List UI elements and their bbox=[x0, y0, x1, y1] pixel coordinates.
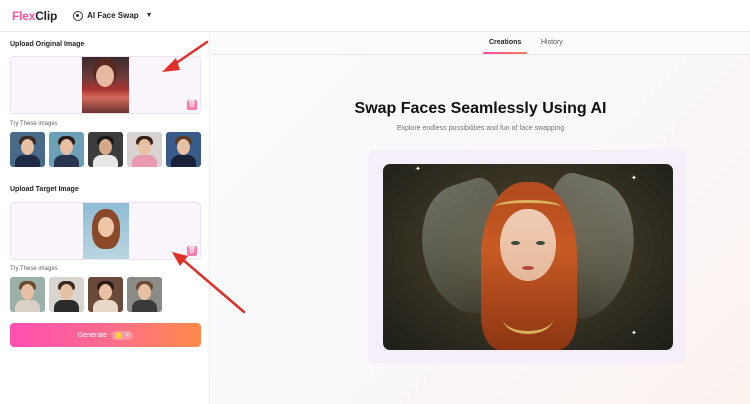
fairy-eye-right bbox=[536, 241, 545, 245]
left-panel: Upload Original Image 🗑 Try These images… bbox=[0, 32, 210, 404]
try-images-label-1: Try These images bbox=[10, 121, 58, 127]
sample-original-3[interactable] bbox=[88, 132, 123, 167]
generate-button[interactable]: Generate -2 bbox=[10, 323, 201, 347]
fairy-face bbox=[500, 209, 556, 281]
active-tab-indicator bbox=[483, 52, 527, 54]
top-header: Flex Clip AI Face Swap ▼ bbox=[0, 0, 750, 32]
credit-cost: -2 bbox=[123, 332, 130, 338]
trash-icon[interactable]: 🗑 bbox=[187, 100, 197, 110]
result-preview-image: ✦ ✦ ✦ bbox=[383, 164, 673, 350]
coin-icon bbox=[114, 331, 122, 339]
upload-original-title: Upload Original Image bbox=[10, 41, 85, 48]
target-image-preview bbox=[83, 203, 129, 259]
sample-original-2[interactable] bbox=[49, 132, 84, 167]
flexclip-logo[interactable]: Flex Clip bbox=[12, 9, 57, 23]
fairy-tiara bbox=[495, 200, 561, 214]
credit-cost-badge: -2 bbox=[110, 330, 134, 340]
fairy-eye-left bbox=[511, 241, 520, 245]
upload-original-box[interactable]: 🗑 bbox=[10, 56, 201, 114]
page-title: Swap Faces Seamlessly Using AI bbox=[354, 100, 607, 117]
sparkle-icon: ✦ bbox=[631, 330, 637, 337]
trash-icon[interactable]: 🗑 bbox=[187, 246, 197, 256]
try-images-label-2: Try These images bbox=[10, 266, 58, 272]
upload-target-title: Upload Target Image bbox=[10, 186, 79, 193]
fairy-lips bbox=[522, 266, 534, 270]
tab-history[interactable]: History bbox=[541, 39, 563, 46]
chevron-down-icon: ▼ bbox=[145, 12, 153, 19]
tool-name: AI Face Swap bbox=[87, 11, 139, 20]
sparkle-icon: ✦ bbox=[415, 166, 421, 173]
sample-target-3[interactable] bbox=[88, 277, 123, 312]
sample-target-1[interactable] bbox=[10, 277, 45, 312]
logo-flex-text: Flex bbox=[12, 8, 36, 23]
logo-clip-text: Clip bbox=[35, 8, 58, 23]
face-swap-icon bbox=[73, 10, 84, 21]
tab-creations[interactable]: Creations bbox=[489, 39, 521, 46]
original-image-preview bbox=[82, 57, 129, 113]
tool-switcher[interactable]: AI Face Swap ▼ bbox=[73, 10, 153, 21]
sample-original-1[interactable] bbox=[10, 132, 45, 167]
upload-target-box[interactable]: 🗑 bbox=[10, 202, 201, 260]
sample-originals bbox=[10, 132, 201, 167]
sample-original-4[interactable] bbox=[127, 132, 162, 167]
sample-targets bbox=[10, 277, 162, 312]
tabs-bar: Creations History bbox=[211, 32, 750, 55]
generate-label: Generate bbox=[77, 331, 107, 339]
sample-target-2[interactable] bbox=[49, 277, 84, 312]
sparkle-icon: ✦ bbox=[631, 175, 637, 182]
sample-target-4[interactable] bbox=[127, 277, 162, 312]
page-subtitle: Explore endless possibilities and fun of… bbox=[396, 125, 565, 132]
fairy-necklace bbox=[503, 304, 553, 334]
right-panel: Creations History Swap Faces Seamlessly … bbox=[211, 32, 750, 404]
sample-original-5[interactable] bbox=[166, 132, 201, 167]
